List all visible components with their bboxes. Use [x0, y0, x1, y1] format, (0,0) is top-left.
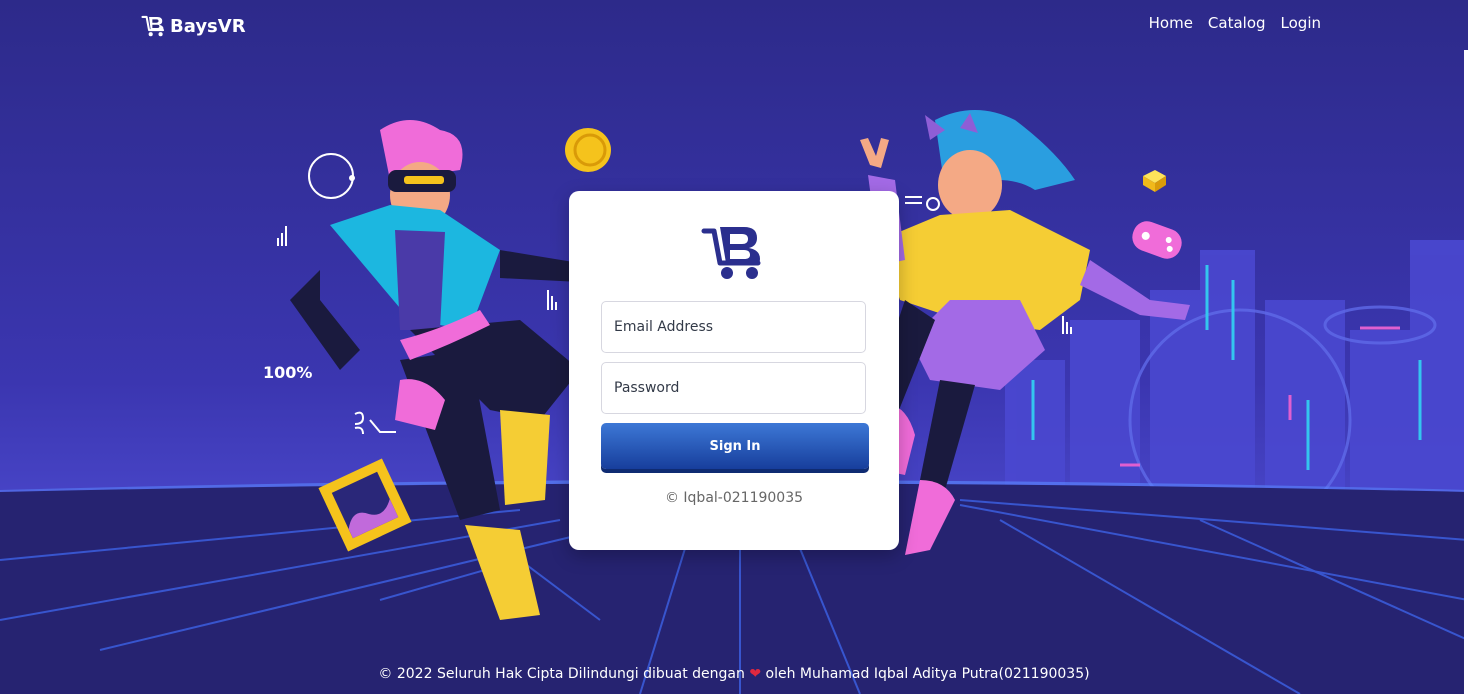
nav-catalog-link[interactable]: Catalog — [1208, 14, 1266, 32]
footer-text-after: oleh Muhamad Iqbal Aditya Putra(02119003… — [765, 666, 1090, 682]
top-navbar: BaysVR Home Catalog Login — [0, 0, 1468, 52]
cart-b-logo-icon — [141, 15, 165, 37]
login-card: Sign In © Iqbal-021190035 — [569, 191, 899, 550]
nav-home-link[interactable]: Home — [1149, 14, 1193, 32]
page-scrollbar[interactable] — [1464, 50, 1468, 694]
card-copyright: © Iqbal-021190035 — [664, 490, 804, 506]
hero-stat-text: 100% — [263, 363, 313, 382]
page-footer: © 2022 Seluruh Hak Cipta Dilindungi dibu… — [0, 666, 1468, 682]
brand-name: BaysVR — [170, 15, 246, 37]
nav-login-link[interactable]: Login — [1281, 14, 1321, 32]
cart-b-logo-icon — [701, 227, 761, 279]
password-field[interactable] — [601, 362, 866, 414]
main-nav: Home Catalog Login — [1149, 14, 1321, 32]
brand-logo-link[interactable]: BaysVR — [140, 12, 246, 40]
sign-in-button[interactable]: Sign In — [601, 423, 869, 469]
email-field[interactable] — [601, 301, 866, 353]
footer-text-before: © 2022 Seluruh Hak Cipta Dilindungi dibu… — [378, 666, 745, 682]
heart-icon: ❤ — [749, 666, 762, 682]
